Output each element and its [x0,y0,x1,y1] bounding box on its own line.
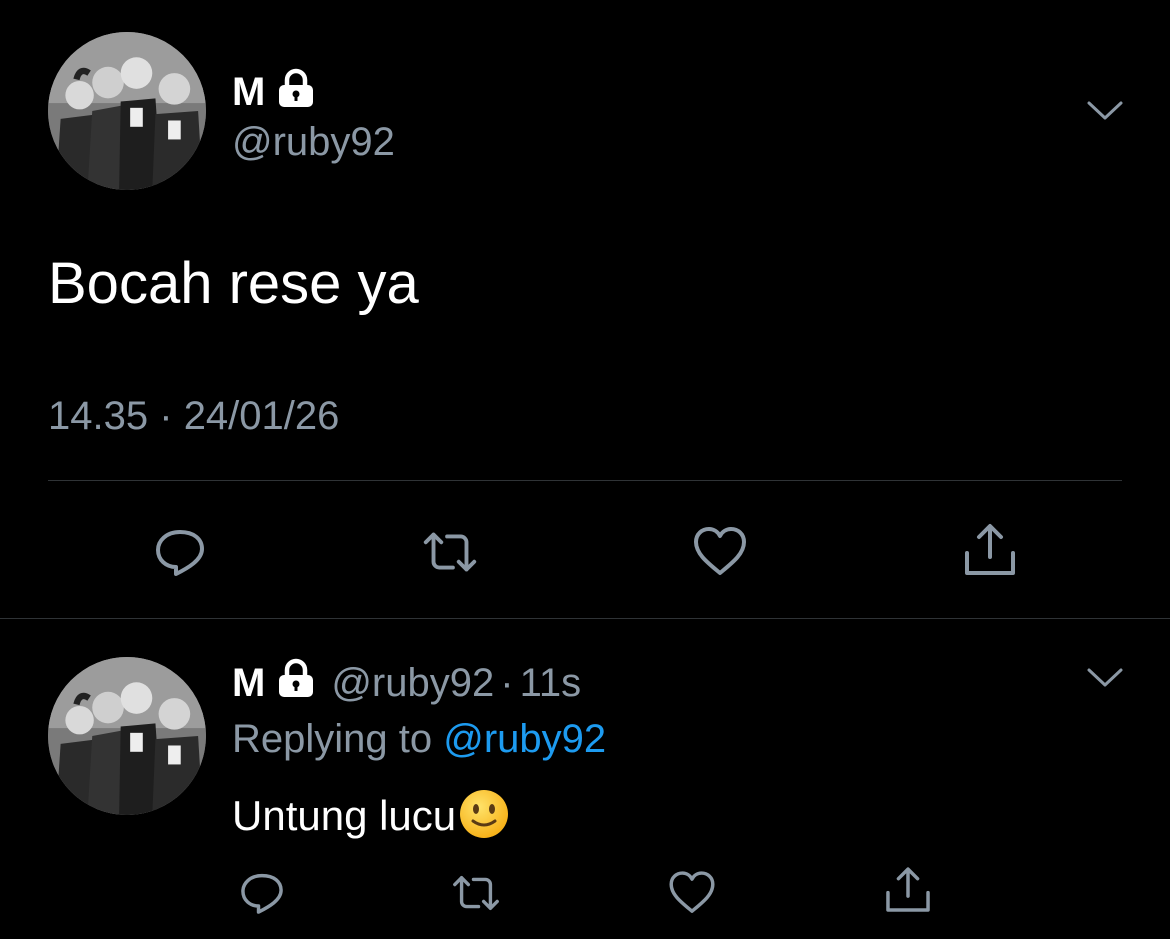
tweet-date: 24/01/26 [183,394,340,438]
reply-handle: @ruby92 [331,660,495,705]
reply-share-button[interactable] [880,862,936,918]
reply-reply-button[interactable] [234,865,290,921]
chevron-down-icon[interactable] [1086,98,1124,129]
reply-like-button[interactable] [664,865,720,921]
lock-icon [275,658,317,707]
avatar[interactable] [48,32,206,190]
replying-handle-link[interactable]: @ruby92 [443,717,606,761]
share-icon [886,867,930,912]
meta-separator: · [159,394,173,438]
replying-label: Replying to [232,717,433,761]
tweet-text: Bocah rese ya [48,251,419,316]
reply-author-line[interactable]: M @ruby92 · 11s [232,658,581,707]
heart-icon [694,527,746,575]
slightly-smiling-face-icon [458,788,510,852]
reply-display-name: M [232,660,266,705]
divider [48,480,1122,481]
reply-icon [241,873,283,914]
chevron-down-icon[interactable] [1086,665,1124,696]
heart-icon [669,871,715,913]
reply-retweet-button[interactable] [448,865,504,921]
author-name[interactable]: M [232,68,317,115]
share-button[interactable] [958,518,1022,582]
display-name: M [232,69,266,114]
lock-icon [275,68,317,115]
author-handle[interactable]: @ruby92 [232,120,395,164]
profile-photo [48,657,206,815]
reply-button[interactable] [148,520,212,584]
reply-avatar[interactable] [48,657,206,815]
profile-photo [48,32,206,190]
reply-text-line: Untung lucu [232,788,510,852]
reply-icon [156,530,204,576]
retweet-icon [453,876,499,910]
like-button[interactable] [688,520,752,584]
reply-age: 11s [519,660,582,705]
tweet-timestamp: 14.35 · 24/01/26 [48,394,339,438]
retweet-button[interactable] [418,520,482,584]
share-icon [965,524,1015,575]
reply-text: Untung lucu [232,792,457,839]
tweet-time: 14.35 [48,394,149,438]
retweet-icon [423,532,477,572]
reply-separator: · [500,660,514,705]
replying-to: Replying to @ruby92 [232,716,606,762]
section-divider [0,618,1170,619]
